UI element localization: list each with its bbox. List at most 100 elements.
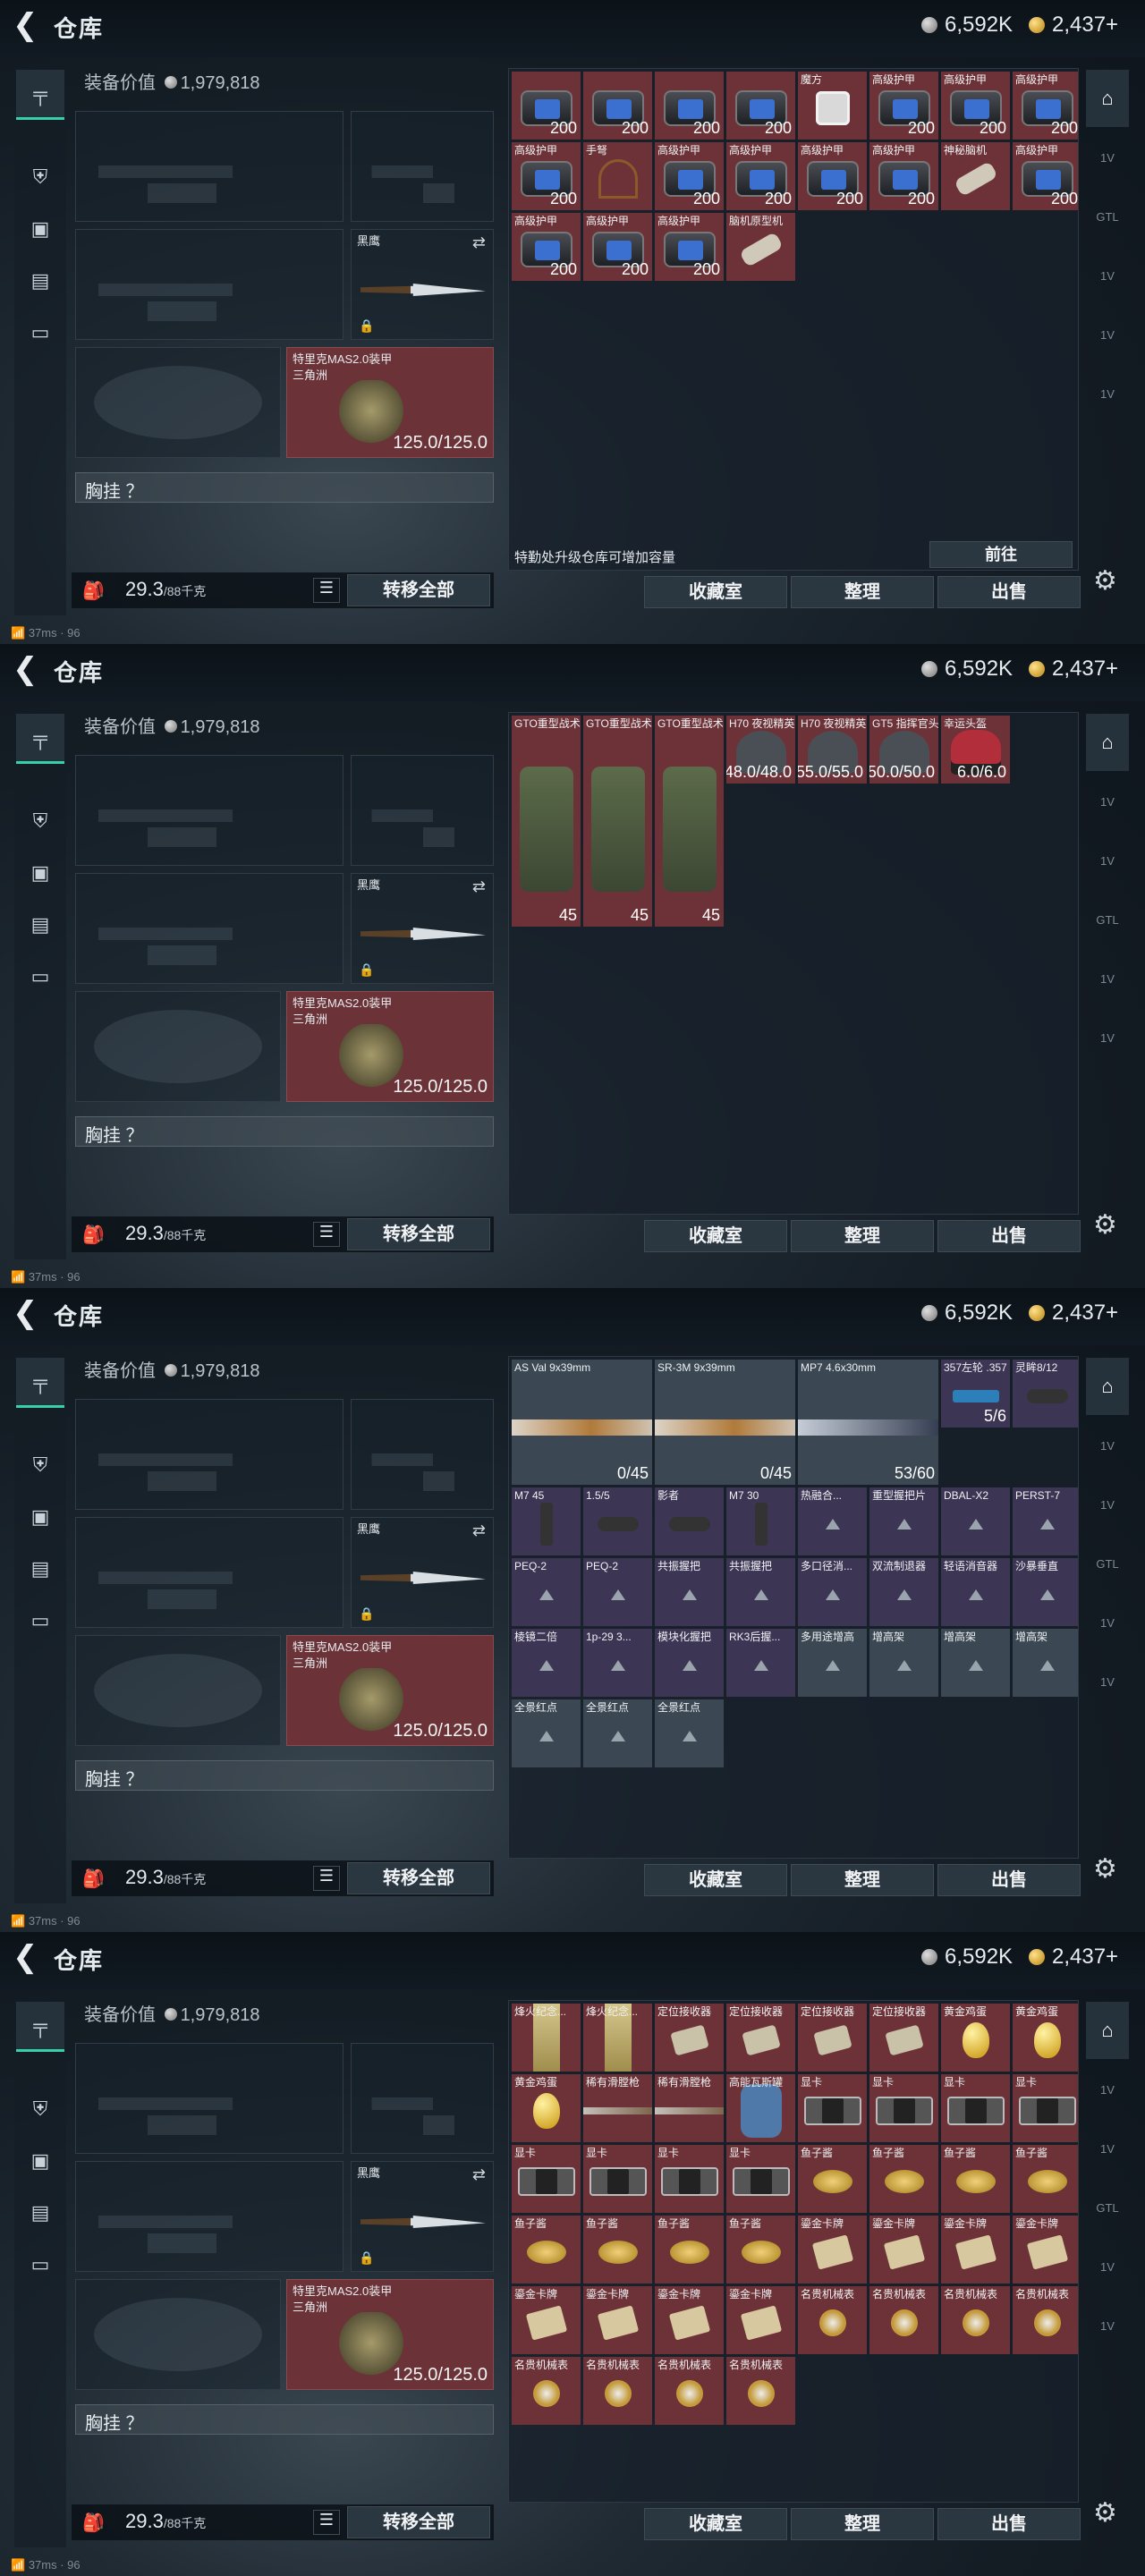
nav-clipboard-icon[interactable]: ▤ — [16, 900, 64, 950]
stash-item[interactable]: 显卡 — [583, 2145, 652, 2213]
stash-item[interactable]: 鎏金卡牌 — [512, 2286, 581, 2354]
stash-item[interactable]: 高级护甲 200 — [726, 142, 795, 210]
pistol-slot[interactable] — [351, 1399, 494, 1510]
nav-armor-icon[interactable]: ⛨ — [16, 1440, 64, 1490]
stash-item[interactable]: 高级护甲 200 — [512, 213, 581, 281]
list-icon[interactable]: ☰ — [313, 1866, 340, 1891]
pistol-slot[interactable] — [351, 111, 494, 222]
back-arrow-icon[interactable]: ❮ — [13, 1297, 45, 1329]
chest-rig-slot[interactable]: 胸挂 ？ — [75, 472, 494, 503]
list-icon[interactable]: ☰ — [313, 2510, 340, 2535]
stash-item[interactable]: 鱼子酱 — [941, 2145, 1010, 2213]
stash-item[interactable]: 名贵机械表 — [941, 2286, 1010, 2354]
stash-tab[interactable]: GTL — [1086, 1535, 1129, 1592]
stash-tab[interactable]: 1V — [1086, 247, 1129, 304]
stash-item[interactable]: 烽火纪念... — [512, 2004, 581, 2072]
armor-slot[interactable]: 特里克MAS2.0装甲 三角洲 125.0/125.0 — [286, 991, 494, 1102]
stash-tab[interactable]: 1V — [1086, 832, 1129, 889]
stash-item[interactable]: 显卡 — [941, 2074, 1010, 2142]
stash-item[interactable]: 200 — [583, 72, 652, 140]
stash-item[interactable]: 高级护甲 200 — [869, 142, 938, 210]
stash-item[interactable]: 棱镜二倍 — [512, 1629, 581, 1697]
stash-item[interactable]: 全景红点 — [655, 1699, 724, 1767]
primary-weapon-slot[interactable] — [75, 111, 344, 222]
stash-item[interactable]: 高级护甲 200 — [512, 142, 581, 210]
helmet-slot[interactable] — [75, 1635, 281, 1746]
nav-backpack-icon[interactable]: ▣ — [16, 204, 64, 254]
stash-item[interactable]: 1.5/5 — [583, 1487, 652, 1555]
helmet-slot[interactable] — [75, 347, 281, 458]
stash-tab[interactable]: GTL — [1086, 188, 1129, 245]
stash-item[interactable]: 鎏金卡牌 — [798, 2216, 867, 2284]
sell-button[interactable]: 出售 — [937, 1864, 1081, 1896]
back-arrow-icon[interactable]: ❮ — [13, 9, 45, 41]
nav-weapons-pistol-icon[interactable]: ╤ — [16, 2002, 64, 2052]
stash-item[interactable]: 增高架 — [869, 1629, 938, 1697]
secondary-weapon-slot[interactable] — [75, 229, 344, 340]
vault-button[interactable]: 收藏室 — [644, 1864, 787, 1896]
stash-item[interactable]: 鱼子酱 — [798, 2145, 867, 2213]
stash-item[interactable]: 热融合... — [798, 1487, 867, 1555]
transfer-all-button[interactable]: 转移全部 — [347, 2506, 490, 2538]
nav-case-icon[interactable]: ▭ — [16, 308, 64, 358]
stash-item[interactable]: 定位接收器 — [869, 2004, 938, 2072]
stash-item[interactable]: 显卡 — [798, 2074, 867, 2142]
melee-slot[interactable]: 黑鹰 ⇄ 🔒 — [351, 1517, 494, 1628]
stash-item[interactable]: PEQ-2 — [583, 1558, 652, 1626]
stash-tab-all-icon[interactable]: ⌂ — [1086, 2002, 1129, 2059]
stash-tab[interactable]: 1V — [1086, 306, 1129, 363]
stash-item[interactable]: GTO重型战术包 全球力量45 — [583, 716, 652, 927]
stash-item[interactable]: 高级护甲 200 — [655, 142, 724, 210]
stash-item[interactable]: 名贵机械表 — [512, 2357, 581, 2425]
nav-case-icon[interactable]: ▭ — [16, 1596, 64, 1646]
stash-item[interactable]: 增高架 — [1013, 1629, 1078, 1697]
stash-item[interactable]: 鎏金卡牌 — [869, 2216, 938, 2284]
stash-tab[interactable]: 1V — [1086, 1653, 1129, 1710]
stash-item[interactable]: 神秘脑机 — [941, 142, 1010, 210]
stash-item[interactable]: 鱼子酱 — [1013, 2145, 1078, 2213]
secondary-weapon-slot[interactable] — [75, 1517, 344, 1628]
stash-item[interactable]: AS Val 9x39mm 0/45 — [512, 1360, 652, 1485]
armor-slot[interactable]: 特里克MAS2.0装甲 三角洲 125.0/125.0 — [286, 347, 494, 458]
stash-tab[interactable]: 1V — [1086, 773, 1129, 830]
stash-tab[interactable]: 1V — [1086, 1476, 1129, 1533]
stash-item[interactable]: 显卡 — [869, 2074, 938, 2142]
nav-case-icon[interactable]: ▭ — [16, 2240, 64, 2290]
transfer-all-button[interactable]: 转移全部 — [347, 1862, 490, 1894]
stash-tab[interactable]: 1V — [1086, 2297, 1129, 2354]
pistol-slot[interactable] — [351, 2043, 494, 2154]
stash-item[interactable]: 全景红点 — [512, 1699, 581, 1767]
swap-icon[interactable]: ⇄ — [472, 877, 486, 896]
melee-slot[interactable]: 黑鹰 ⇄ 🔒 — [351, 229, 494, 340]
stash-item[interactable]: 黄金鸡蛋 — [1013, 2004, 1078, 2072]
stash-tab[interactable]: 1V — [1086, 950, 1129, 1007]
nav-clipboard-icon[interactable]: ▤ — [16, 2188, 64, 2238]
stash-item[interactable]: 稀有滑膛枪 — [655, 2074, 724, 2142]
stash-item[interactable]: RK3后握... — [726, 1629, 795, 1697]
stash-item[interactable]: GTO重型战术包 全球力量45 — [512, 716, 581, 927]
stash-item[interactable]: 高级护甲 200 — [1013, 72, 1078, 140]
stash-item[interactable]: 高级护甲 200 — [798, 142, 867, 210]
nav-backpack-icon[interactable]: ▣ — [16, 1492, 64, 1542]
vault-button[interactable]: 收藏室 — [644, 2508, 787, 2540]
stash-item[interactable]: 鱼子酱 — [655, 2216, 724, 2284]
sort-button[interactable]: 整理 — [791, 1220, 934, 1252]
stash-item[interactable]: 鱼子酱 — [583, 2216, 652, 2284]
stash-item[interactable]: 高级护甲 200 — [655, 213, 724, 281]
nav-backpack-icon[interactable]: ▣ — [16, 2136, 64, 2186]
armor-slot[interactable]: 特里克MAS2.0装甲 三角洲 125.0/125.0 — [286, 2279, 494, 2390]
stash-item[interactable]: M7 30 — [726, 1487, 795, 1555]
stash-item[interactable]: 鱼子酱 — [726, 2216, 795, 2284]
chest-rig-slot[interactable]: 胸挂 ？ — [75, 2404, 494, 2435]
stash-item[interactable]: 手弩 — [583, 142, 652, 210]
stash-item[interactable]: 稀有滑膛枪 — [583, 2074, 652, 2142]
stash-item[interactable]: 脑机原型机 — [726, 213, 795, 281]
stash-item[interactable]: 鎏金卡牌 — [1013, 2216, 1078, 2284]
vault-button[interactable]: 收藏室 — [644, 576, 787, 608]
nav-backpack-icon[interactable]: ▣ — [16, 848, 64, 898]
stash-item[interactable]: 名贵机械表 — [726, 2357, 795, 2425]
stash-item[interactable]: 200 — [726, 72, 795, 140]
stash-item[interactable]: 鎏金卡牌 — [726, 2286, 795, 2354]
stash-item[interactable]: 显卡 — [512, 2145, 581, 2213]
swap-icon[interactable]: ⇄ — [472, 233, 486, 252]
